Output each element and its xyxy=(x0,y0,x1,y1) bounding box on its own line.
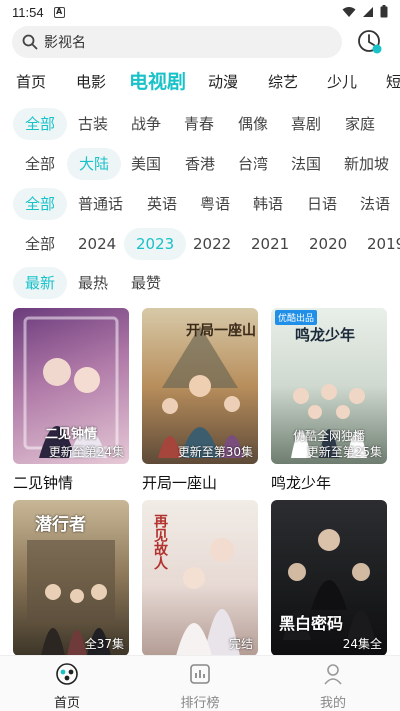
year-chip[interactable]: 2021 xyxy=(251,228,289,260)
episode-status: 更新至第24集 xyxy=(48,445,124,459)
video-title: 鸣龙少年 xyxy=(271,474,332,492)
tab-tv-series[interactable]: 电视剧 xyxy=(129,64,186,100)
video-card[interactable]: 开局一座山 更新至第30集 开局一座山 xyxy=(142,308,258,493)
sort-chip-most-liked[interactable]: 最赞 xyxy=(131,267,161,299)
status-time: 11:54 xyxy=(12,4,44,20)
poster-title-art: 黑白密码 xyxy=(279,614,344,633)
language-chip[interactable]: 粤语 xyxy=(200,188,230,220)
genre-chip[interactable]: 喜剧 xyxy=(291,108,321,140)
search-input[interactable]: 影视名 xyxy=(12,26,342,58)
year-filter-row: 全部 2024 2023 2022 2021 2020 2019 xyxy=(0,228,400,260)
bottom-nav-ranking[interactable]: 排行榜 xyxy=(160,662,240,711)
genre-filter-row: 全部 古装 战争 青春 偶像 喜剧 家庭 xyxy=(0,108,400,140)
sort-chip-latest[interactable]: 最新 xyxy=(13,267,68,299)
wifi-icon xyxy=(342,6,356,17)
bottom-nav-home[interactable]: 首页 xyxy=(27,662,107,711)
genre-chip[interactable]: 古装 xyxy=(78,108,108,140)
episode-status: 全37集 xyxy=(84,637,124,651)
language-chip[interactable]: 日语 xyxy=(307,188,337,220)
genre-chip[interactable]: 战争 xyxy=(131,108,161,140)
episode-status: 更新至第25集 xyxy=(306,445,382,459)
year-chip[interactable]: 全部 xyxy=(25,228,55,260)
poster-image: 潜行者 全37集 xyxy=(13,500,129,656)
status-icons xyxy=(342,5,388,18)
poster-image: 优酷出品 鸣龙少年 优酷全网独播 更新至第25集 xyxy=(271,308,387,464)
year-chip[interactable]: 2019 xyxy=(367,228,400,260)
bottom-nav-label: 我的 xyxy=(319,696,346,711)
episode-status: 完结 xyxy=(228,637,253,651)
poster-image: 黑白密码 24集全 xyxy=(271,500,387,656)
video-card[interactable]: 再见故人 完结 xyxy=(142,500,258,656)
region-chip[interactable]: 香港 xyxy=(185,148,215,180)
sort-chip-hottest[interactable]: 最热 xyxy=(78,267,108,299)
region-chip-selected[interactable]: 大陆 xyxy=(67,148,122,180)
region-chip[interactable]: 台湾 xyxy=(238,148,268,180)
poster-image: 再见故人 完结 xyxy=(142,500,258,656)
genre-chip-all[interactable]: 全部 xyxy=(13,108,68,140)
poster-title-art: 潜行者 xyxy=(35,515,86,535)
region-chip[interactable]: 法国 xyxy=(291,148,321,180)
video-card[interactable]: 二见钟情 更新至第24集 二见钟情 xyxy=(13,308,129,493)
poster-title-art: 开局一座山 xyxy=(186,323,256,339)
battery-icon xyxy=(380,5,388,18)
tab-home[interactable]: 首页 xyxy=(16,64,46,100)
bottom-nav-label: 排行榜 xyxy=(180,696,220,711)
status-bar: 11:54 A xyxy=(0,0,400,24)
language-chip-all[interactable]: 全部 xyxy=(13,188,68,220)
genre-chip[interactable]: 家庭 xyxy=(345,108,375,140)
region-chip[interactable]: 美国 xyxy=(131,148,161,180)
tab-kids[interactable]: 少儿 xyxy=(327,64,357,100)
language-chip[interactable]: 韩语 xyxy=(253,188,283,220)
ranking-icon xyxy=(190,664,210,684)
notification-a-icon: A xyxy=(53,6,65,18)
year-chip[interactable]: 2022 xyxy=(193,228,231,260)
region-chip[interactable]: 新加坡 xyxy=(344,148,389,180)
tab-variety[interactable]: 综艺 xyxy=(268,64,298,100)
video-card[interactable]: 黑白密码 24集全 xyxy=(271,500,387,656)
genre-chip[interactable]: 青春 xyxy=(184,108,214,140)
language-chip[interactable]: 英语 xyxy=(147,188,177,220)
poster-image: 开局一座山 更新至第30集 xyxy=(142,308,258,464)
profile-icon xyxy=(324,664,342,685)
video-card[interactable]: 优酷出品 鸣龙少年 优酷全网独播 更新至第25集 鸣龙少年 xyxy=(271,308,387,493)
category-tabs: 首页 电影 电视剧 动漫 综艺 少儿 短 xyxy=(0,64,400,100)
tab-short[interactable]: 短 xyxy=(386,64,400,100)
bottom-navigation: 首页 排行榜 我的 xyxy=(0,655,400,711)
poster-title-art: 鸣龙少年 xyxy=(295,326,356,344)
year-chip[interactable]: 2024 xyxy=(78,228,116,260)
genre-chip[interactable]: 偶像 xyxy=(238,108,268,140)
episode-status: 更新至第30集 xyxy=(177,445,253,459)
region-filter-row: 全部 大陆 美国 香港 台湾 法国 新加坡 xyxy=(0,148,400,180)
search-icon xyxy=(22,34,38,50)
episode-status: 24集全 xyxy=(342,637,382,651)
language-chip[interactable]: 普通话 xyxy=(78,188,123,220)
history-clock-icon[interactable] xyxy=(356,28,384,56)
tab-movies[interactable]: 电影 xyxy=(76,64,106,100)
poster-title-art: 再见故人 xyxy=(152,514,168,570)
video-title: 开局一座山 xyxy=(142,474,218,492)
exclusive-badge: 优酷全网独播 xyxy=(293,429,366,443)
region-chip[interactable]: 全部 xyxy=(25,148,55,180)
year-chip-selected[interactable]: 2023 xyxy=(124,228,187,260)
search-placeholder: 影视名 xyxy=(44,35,86,51)
poster-image: 二见钟情 更新至第24集 xyxy=(13,308,129,464)
tab-anime[interactable]: 动漫 xyxy=(208,64,238,100)
bottom-nav-label: 首页 xyxy=(53,696,80,711)
video-card[interactable]: 潜行者 全37集 xyxy=(13,500,129,656)
producer-badge: 优酷出品 xyxy=(275,310,318,325)
bottom-nav-profile[interactable]: 我的 xyxy=(293,662,373,711)
sort-filter-row: 最新 最热 最赞 xyxy=(0,267,400,299)
poster-title-art: 二见钟情 xyxy=(45,427,98,442)
home-icon xyxy=(56,663,78,685)
language-filter-row: 全部 普通话 英语 粤语 韩语 日语 法语 xyxy=(0,188,400,220)
year-chip[interactable]: 2020 xyxy=(309,228,347,260)
video-title: 二见钟情 xyxy=(13,474,74,492)
signal-icon xyxy=(363,6,373,17)
language-chip[interactable]: 法语 xyxy=(360,188,390,220)
